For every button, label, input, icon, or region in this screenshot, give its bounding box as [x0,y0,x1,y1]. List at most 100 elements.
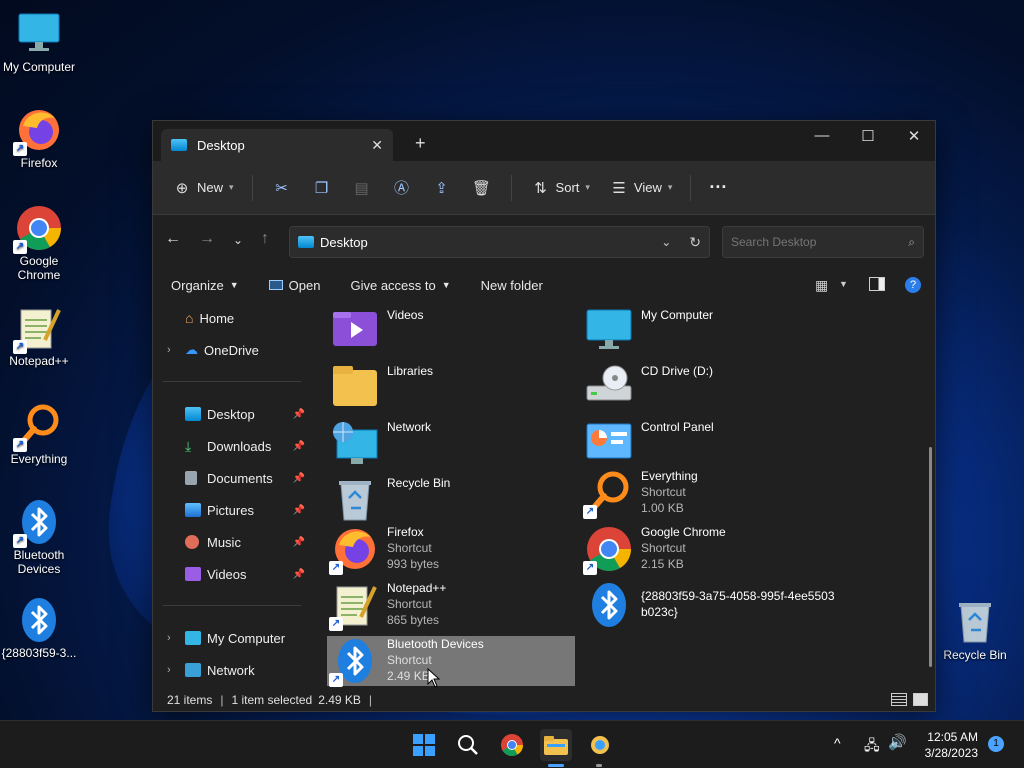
sidebar-item-pictures[interactable]: Pictures 📌 [167,497,307,523]
details-view-icon[interactable] [891,693,907,706]
taskbar-chrome[interactable] [496,729,528,761]
open-button[interactable]: Open [268,278,320,293]
address-bar[interactable]: Desktop ⌄ ↻ [289,226,710,258]
sidebar-item-desktop[interactable]: Desktop 📌 [167,401,307,427]
shortcut-arrow-icon: ↗ [13,240,27,254]
expand-chevron-icon[interactable]: › [167,632,185,644]
more-options-button[interactable]: ··· [709,177,727,198]
desktop-icon-firefox[interactable]: ↗ Firefox [0,106,81,170]
search-box[interactable]: ⌕ [722,226,924,258]
paste-button[interactable]: ▤ [351,177,373,199]
notification-badge[interactable]: 1 [988,736,1004,752]
sidebar-item-home[interactable]: ⌂ Home [167,305,307,331]
change-view-icon[interactable]: ▦ [815,277,828,294]
sidebar-item-onedrive[interactable]: › ☁ OneDrive [167,337,307,363]
desktop-folder-icon [298,236,314,248]
show-hidden-icons-chevron[interactable]: ^ [834,735,841,751]
preview-pane-icon[interactable] [869,277,885,291]
cut-button[interactable]: ✂ [271,177,293,199]
sidebar-item-music[interactable]: Music 📌 [167,529,307,555]
file-item-google-chrome[interactable]: ↗ Google Chrome Shortcut 2.15 KB [581,524,829,575]
up-arrow-icon[interactable]: ↑ [261,230,269,248]
view-label: View [633,180,662,195]
start-button[interactable] [408,729,440,761]
file-item-videos[interactable]: Videos [327,307,575,357]
desktop-icon-my-computer[interactable]: My Computer [0,10,81,74]
pin-icon: 📌 [292,472,305,484]
expand-chevron-icon[interactable]: › [167,344,185,356]
sidebar-item-downloads[interactable]: ⤓ Downloads 📌 [167,433,307,459]
file-item-guid[interactable]: {28803f59-3a75-4058-995f-4ee5503 b023c} [581,580,841,630]
shortcut-arrow-icon: ↗ [329,561,343,575]
tab-desktop[interactable]: Desktop ✕ [161,129,393,161]
file-item-firefox[interactable]: ↗ Firefox Shortcut 993 bytes [327,524,575,575]
file-name: Google Chrome [641,525,726,539]
organize-menu[interactable]: Organize ▼ [171,278,239,293]
desktop-icon-recycle-bin[interactable]: Recycle Bin [933,598,1017,662]
address-text: Desktop [320,234,368,250]
network-status-icon[interactable]: 🖧 [864,735,880,759]
desktop-icon-label: Google Chrome [17,254,61,282]
taskbar-file-explorer[interactable] [540,729,572,761]
minimize-button[interactable]: — [799,127,845,144]
desktop-icon-chrome[interactable]: ↗ Google Chrome [0,204,81,282]
copy-icon: ❐ [314,179,329,197]
volume-icon[interactable]: 🔊 [888,733,907,751]
forward-arrow-icon[interactable]: → [199,230,215,248]
desktop-icon-everything[interactable]: ↗ Everything [0,402,81,466]
delete-button[interactable]: 🗑 [471,177,493,199]
sort-button[interactable]: ⇅ Sort ▾ [530,177,590,199]
back-arrow-icon[interactable]: ← [165,230,181,248]
everything-search-icon: ↗ [583,469,633,519]
taskbar-search-button[interactable] [452,729,484,761]
system-clock[interactable]: 12:05 AM 3/28/2023 [918,729,978,761]
file-item-libraries[interactable]: Libraries [327,363,575,413]
help-icon[interactable]: ? [905,277,921,293]
sidebar-item-my-computer[interactable]: › My Computer [167,625,307,651]
folder-icon [331,364,379,412]
file-name: {28803f59-3a75-4058-995f-4ee5503 [641,589,835,603]
file-item-recycle-bin[interactable]: Recycle Bin [327,475,575,525]
desktop-icon-guid[interactable]: {28803f59-3... [0,596,81,660]
new-tab-button[interactable]: + [415,133,426,154]
file-item-notepadpp[interactable]: ↗ Notepad++ Shortcut 865 bytes [327,580,575,631]
large-icons-view-icon[interactable] [913,693,928,706]
taskbar-app-extra[interactable] [584,729,616,761]
desktop-icon-notepadpp[interactable]: ↗ Notepad++ [0,304,81,368]
file-list: Videos Libraries Network Recycle Bin ↗ F… [325,303,925,689]
expand-chevron-icon[interactable]: › [167,664,185,676]
maximize-button[interactable]: ☐ [845,127,891,145]
sidebar-item-documents[interactable]: Documents 📌 [167,465,307,491]
sidebar-item-videos[interactable]: Videos 📌 [167,561,307,587]
file-item-bluetooth-devices[interactable]: ↗ Bluetooth Devices Shortcut 2.49 KB [327,636,575,687]
file-item-cd-drive[interactable]: CD Drive (D:) [581,363,829,413]
vertical-scrollbar[interactable] [929,447,932,667]
refresh-icon[interactable]: ↻ [689,234,701,251]
file-item-everything[interactable]: ↗ Everything Shortcut 1.00 KB [581,468,829,519]
give-access-menu[interactable]: Give access to ▼ [350,278,450,293]
trash-icon: 🗑 [472,179,492,197]
tab-close-icon[interactable]: ✕ [371,137,383,154]
title-bar[interactable]: Desktop ✕ + — ☐ ✕ [153,121,935,161]
search-input[interactable] [731,235,909,249]
file-item-network[interactable]: Network [327,419,575,469]
sidebar-item-network[interactable]: › Network [167,657,307,683]
new-folder-button[interactable]: New folder [481,278,543,293]
file-item-control-panel[interactable]: Control Panel [581,419,829,469]
desktop-icon-label: Firefox [20,156,58,170]
share-button[interactable]: ⇪ [431,177,453,199]
close-button[interactable]: ✕ [891,127,937,145]
shortcut-arrow-icon: ↗ [13,142,27,156]
view-dropdown-icon[interactable]: ▼ [839,279,848,289]
toolbar-separator [690,174,692,201]
new-button[interactable]: ⊕ New ▾ [171,177,234,199]
recent-chevron-icon[interactable]: ⌄ [233,233,243,247]
desktop-icon-bluetooth[interactable]: ↗ Bluetooth Devices [0,498,81,576]
network-globe-icon [331,420,379,468]
view-button[interactable]: ☰ View ▾ [608,177,672,199]
rename-button[interactable]: Ⓐ [391,177,413,199]
address-dropdown-icon[interactable]: ⌄ [661,235,671,249]
copy-button[interactable]: ❐ [311,177,333,199]
chevron-down-icon: ▾ [585,182,590,192]
file-item-my-computer[interactable]: My Computer [581,307,829,357]
